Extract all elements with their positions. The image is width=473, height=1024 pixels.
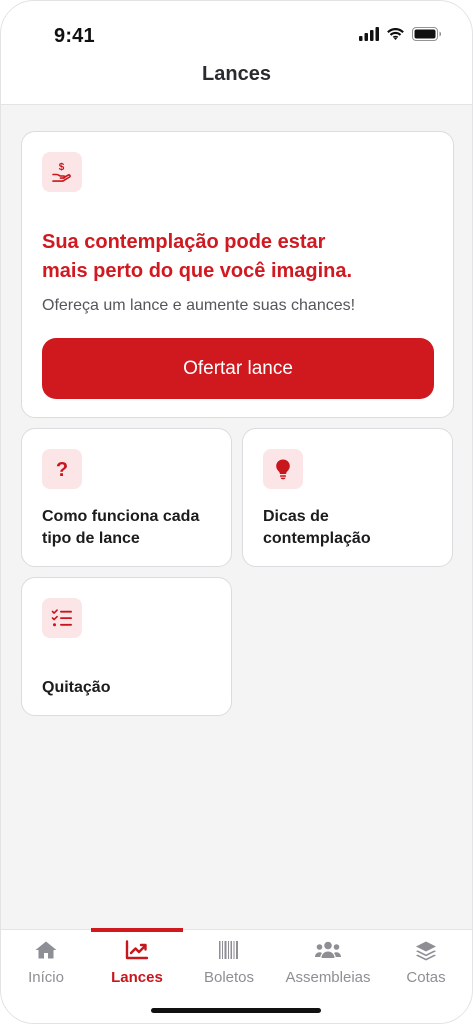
tab-assembleias[interactable]: Assembleias (281, 930, 375, 1000)
question-icon-box: ? (42, 449, 82, 489)
page-title: Lances (202, 63, 271, 85)
top-bar: 9:41 Lances (1, 1, 472, 105)
hero-title: Sua contemplação pode estar mais perto d… (42, 228, 422, 286)
home-indicator (151, 1008, 321, 1013)
tab-boletos[interactable]: Boletos (182, 930, 276, 1000)
tile-label-line2: tipo de lance (42, 530, 140, 547)
phone-screen: 9:41 Lances $ Sua contemplação pode esta… (0, 0, 473, 1024)
tile-label: Quitação (42, 677, 222, 699)
lightbulb-icon (276, 459, 290, 480)
tab-label: Assembleias (285, 969, 371, 986)
status-icons (359, 27, 442, 41)
hand-money-icon: $ (52, 162, 71, 182)
tab-label: Início (28, 969, 64, 986)
layers-icon (416, 941, 436, 961)
status-time: 9:41 (54, 25, 95, 47)
svg-text:$: $ (59, 162, 65, 173)
hero-title-line1: Sua contemplação pode estar (42, 231, 326, 253)
tab-label: Cotas (406, 969, 446, 986)
lightbulb-icon-box (263, 449, 303, 489)
battery-icon (412, 27, 441, 41)
checklist-icon-box (42, 598, 82, 638)
bid-offer-card: $ Sua contemplação pode estar mais perto… (21, 131, 454, 418)
signal-icon (359, 27, 379, 41)
home-icon (35, 941, 57, 959)
tile-label: Dicas de contemplação (263, 506, 443, 550)
tile-payoff[interactable]: Quitação (21, 577, 232, 716)
tab-label: Boletos (203, 969, 255, 986)
people-icon (315, 941, 341, 958)
tile-label-line2: contemplação (263, 530, 371, 547)
tab-inicio[interactable]: Início (1, 930, 93, 1000)
tile-bid-types[interactable]: ? Como funciona cada tipo de lance (21, 428, 232, 567)
hero-title-line2: mais perto do que você imagina. (42, 260, 353, 282)
chart-icon (125, 940, 149, 960)
wifi-icon (387, 28, 404, 40)
tab-bar: Início Lances Boletos Assembleias Cotas (1, 928, 472, 1023)
hand-money-icon-box: $ (42, 152, 82, 192)
tile-label-line1: Dicas de (263, 508, 329, 525)
tab-label: Lances (111, 969, 163, 986)
svg-text:?: ? (56, 459, 68, 480)
barcode-icon (219, 941, 238, 959)
tile-contemplation-tips[interactable]: Dicas de contemplação (242, 428, 453, 567)
checklist-icon (51, 609, 72, 627)
question-icon: ? (56, 459, 68, 480)
tile-label-line1: Como funciona cada (42, 508, 200, 525)
tile-label: Como funciona cada tipo de lance (42, 506, 222, 550)
tab-lances[interactable]: Lances (90, 930, 184, 1000)
tab-cotas[interactable]: Cotas (379, 930, 472, 1000)
hero-description: Ofereça um lance e aumente suas chances! (42, 297, 356, 314)
tile-label-line1: Quitação (42, 679, 111, 696)
offer-bid-button[interactable]: Ofertar lance (42, 338, 434, 399)
